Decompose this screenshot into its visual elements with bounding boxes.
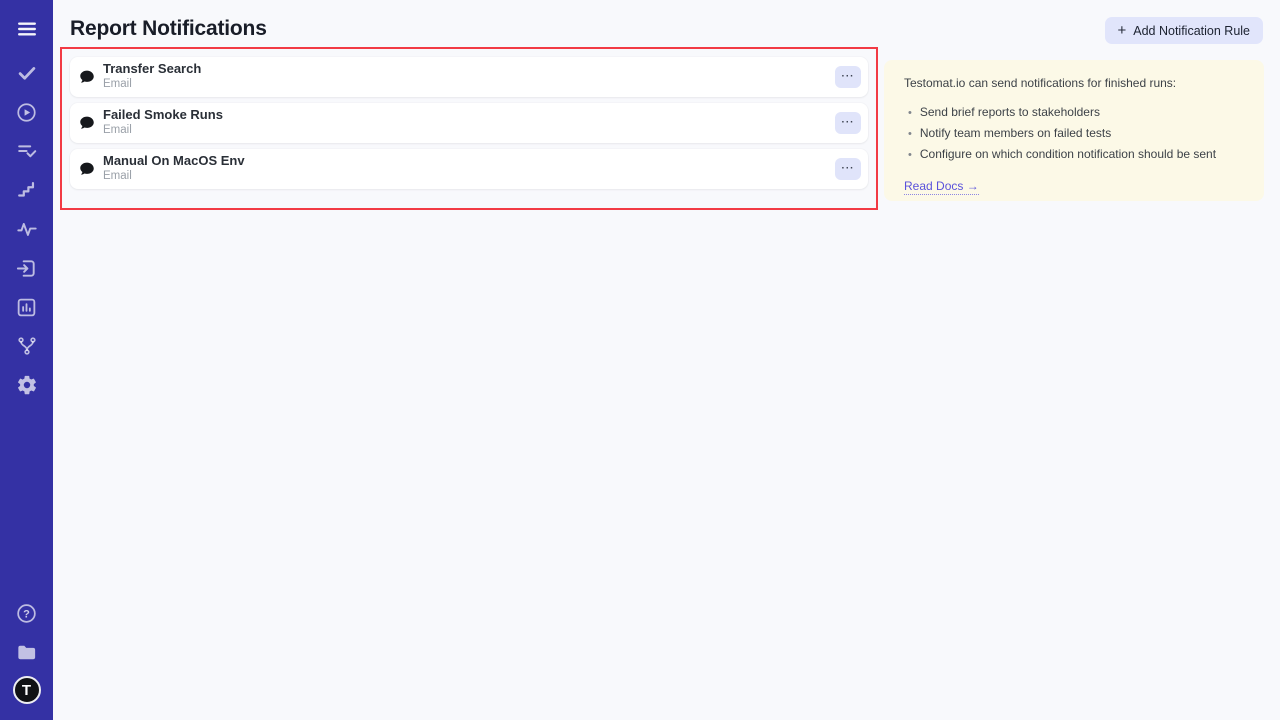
notification-rule-row[interactable]: Manual On MacOS Env Email ··· — [70, 149, 868, 189]
rule-channel: Email — [103, 170, 835, 183]
add-button-label: Add Notification Rule — [1133, 24, 1250, 38]
add-notification-rule-button[interactable]: + Add Notification Rule — [1105, 17, 1264, 44]
menu-icon — [16, 18, 38, 40]
bullet-glyph: • — [908, 124, 912, 144]
notification-rules-list: Transfer Search Email ··· Failed Smoke R… — [70, 57, 868, 189]
rule-text: Transfer Search Email — [103, 62, 835, 91]
sidebar-account-logo[interactable]: T — [13, 676, 41, 704]
chat-bubble-icon — [78, 114, 96, 132]
testomat-logo-icon: T — [13, 676, 41, 704]
sidebar-item-milestones[interactable] — [15, 178, 39, 202]
sidebar-item-runs[interactable] — [15, 100, 39, 124]
import-icon — [15, 257, 38, 280]
notification-rule-row[interactable]: Transfer Search Email ··· — [70, 57, 868, 97]
notification-rule-row[interactable]: Failed Smoke Runs Email ··· — [70, 103, 868, 143]
sidebar-item-reports[interactable] — [15, 295, 39, 319]
bullet-text: Send brief reports to stakeholders — [920, 102, 1100, 122]
svg-text:?: ? — [23, 608, 30, 620]
chat-bubble-icon — [78, 68, 96, 86]
rule-menu-button[interactable]: ··· — [835, 66, 861, 88]
branch-icon — [16, 335, 38, 357]
rule-title: Manual On MacOS Env — [103, 154, 835, 169]
help-icon: ? — [15, 602, 38, 625]
sidebar-item-menu[interactable] — [15, 17, 39, 41]
read-docs-link[interactable]: Read Docs → — [904, 179, 979, 195]
sidebar-item-branches[interactable] — [15, 334, 39, 358]
bullet-glyph: • — [908, 145, 912, 165]
activity-pulse-icon — [16, 218, 38, 240]
rule-menu-button[interactable]: ··· — [835, 158, 861, 180]
checkmark-icon — [16, 62, 38, 84]
bar-chart-icon — [15, 296, 38, 319]
info-bullet: • Configure on which condition notificat… — [904, 144, 1244, 165]
info-bullet-list: • Send brief reports to stakeholders • N… — [904, 102, 1244, 165]
info-bullet: • Send brief reports to stakeholders — [904, 102, 1244, 123]
list-check-icon — [16, 140, 38, 162]
info-intro: Testomat.io can send notifications for f… — [904, 76, 1244, 90]
rule-channel: Email — [103, 78, 835, 91]
gear-icon — [16, 374, 38, 396]
sidebar-item-tests[interactable] — [15, 61, 39, 85]
folder-icon — [15, 641, 38, 664]
sidebar: ? T — [0, 0, 53, 720]
rule-channel: Email — [103, 124, 835, 137]
sidebar-item-projects[interactable] — [15, 640, 39, 664]
sidebar-item-import[interactable] — [15, 256, 39, 280]
rule-title: Failed Smoke Runs — [103, 108, 835, 123]
bullet-text: Notify team members on failed tests — [920, 123, 1111, 143]
info-panel: Testomat.io can send notifications for f… — [884, 60, 1264, 201]
app-root: ? T Report Notifications + Add Notificat… — [0, 0, 1280, 720]
play-circle-icon — [15, 101, 38, 124]
chat-bubble-icon — [78, 160, 96, 178]
rule-title: Transfer Search — [103, 62, 835, 77]
rule-menu-button[interactable]: ··· — [835, 112, 861, 134]
steps-icon — [16, 179, 38, 201]
rule-text: Failed Smoke Runs Email — [103, 108, 835, 137]
sidebar-item-plans[interactable] — [15, 139, 39, 163]
plus-icon: + — [1118, 23, 1127, 38]
info-bullet: • Notify team members on failed tests — [904, 123, 1244, 144]
sidebar-item-help[interactable]: ? — [15, 601, 39, 625]
rule-text: Manual On MacOS Env Email — [103, 154, 835, 183]
bullet-glyph: • — [908, 103, 912, 123]
sidebar-item-analytics[interactable] — [15, 217, 39, 241]
sidebar-item-settings[interactable] — [15, 373, 39, 397]
page-title: Report Notifications — [70, 17, 267, 41]
bullet-text: Configure on which condition notificatio… — [920, 144, 1216, 164]
